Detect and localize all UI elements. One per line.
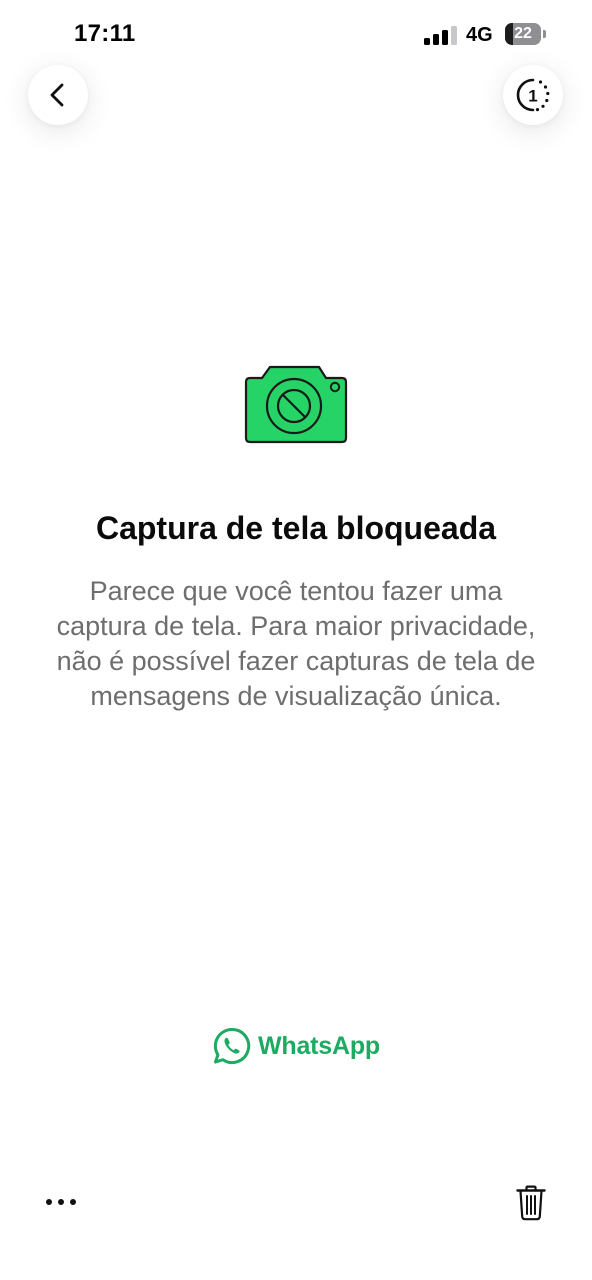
network-type: 4G bbox=[466, 24, 493, 46]
back-button[interactable] bbox=[28, 65, 88, 125]
battery-icon: 22 bbox=[505, 23, 541, 45]
battery-level: 22 bbox=[514, 25, 532, 42]
trash-icon bbox=[516, 1185, 546, 1221]
description-text: Parece que você tentou fazer uma captura… bbox=[56, 576, 536, 711]
more-horizontal-icon bbox=[46, 1199, 76, 1205]
brand-name: WhatsApp bbox=[258, 1031, 380, 1060]
status-time: 17:11 bbox=[74, 20, 136, 47]
more-options-button[interactable] bbox=[40, 1186, 82, 1218]
delete-button[interactable] bbox=[512, 1182, 550, 1224]
camera-blocked-icon bbox=[244, 365, 348, 444]
view-once-button[interactable]: 1 bbox=[503, 65, 563, 125]
view-once-label: 1 bbox=[528, 87, 537, 106]
cellular-signal-icon bbox=[424, 25, 458, 45]
page-title: Captura de tela bloqueada bbox=[95, 510, 497, 546]
view-once-icon: 1 bbox=[516, 78, 550, 112]
status-bar: 17:11 4G 22 bbox=[0, 0, 592, 70]
chevron-left-icon bbox=[50, 83, 64, 107]
battery-cap bbox=[543, 30, 546, 38]
whatsapp-logo-icon bbox=[213, 1027, 251, 1064]
brand: WhatsApp bbox=[0, 1026, 592, 1066]
